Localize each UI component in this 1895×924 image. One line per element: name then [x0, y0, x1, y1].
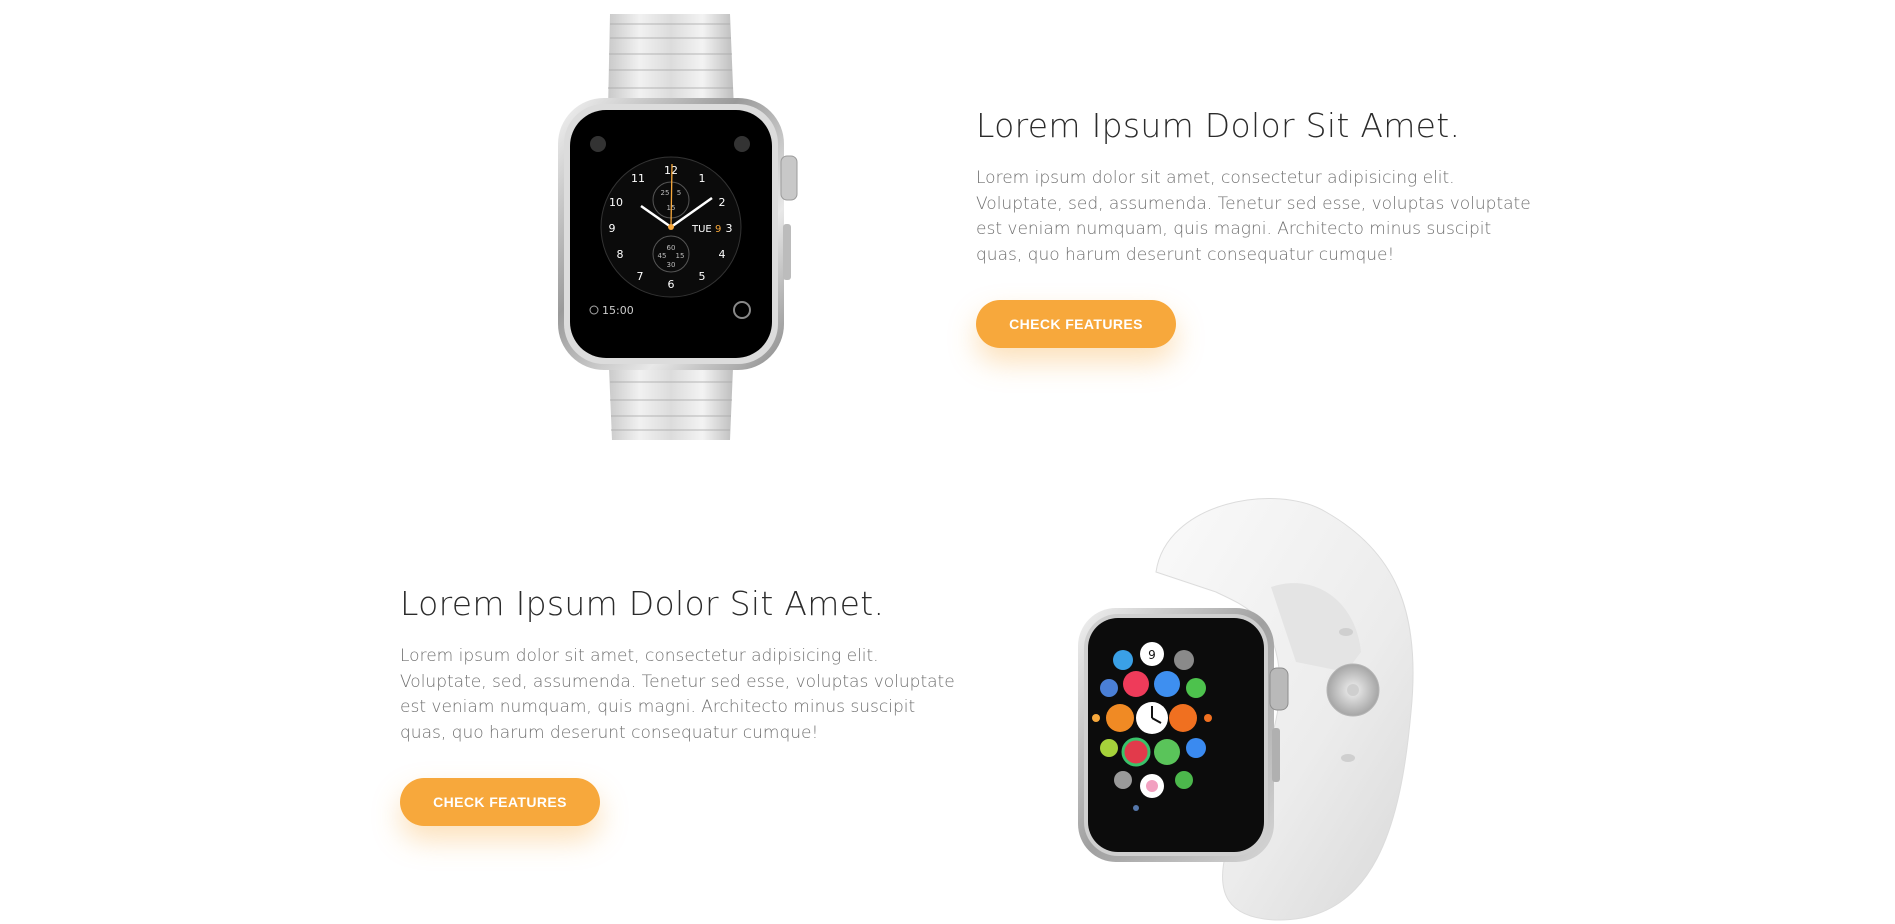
check-features-button-1[interactable]: CHECK FEATURES: [976, 300, 1176, 348]
feature-section-1: 12 1 2 3 4 5 6 7 8 9 10 11 25 5 15 60 45…: [0, 0, 1895, 460]
svg-text:12: 12: [664, 164, 678, 177]
calendar-app-number: 9: [1148, 648, 1156, 662]
svg-text:1: 1: [699, 172, 706, 185]
svg-text:45: 45: [658, 252, 667, 260]
feature-description-2: Lorem ipsum dolor sit amet, consectetur …: [400, 646, 955, 743]
watch-date-label: TUE: [691, 224, 712, 235]
svg-text:30: 30: [667, 261, 676, 269]
svg-text:11: 11: [631, 172, 645, 185]
svg-text:5: 5: [677, 189, 681, 197]
svg-text:3: 3: [726, 222, 733, 235]
white-sport-band-watch-image: 9: [1078, 498, 1414, 921]
svg-text:15: 15: [676, 252, 685, 260]
svg-text:2: 2: [719, 196, 726, 209]
feature-section-2: Lorem Ipsum Dolor Sit Amet. Lorem ipsum …: [0, 460, 1895, 924]
svg-text:25: 25: [661, 189, 670, 197]
svg-text:10: 10: [609, 196, 623, 209]
steel-link-watch-image: 12 1 2 3 4 5 6 7 8 9 10 11 25 5 15 60 45…: [558, 14, 798, 440]
feature-description-1: Lorem ipsum dolor sit amet, consectetur …: [976, 168, 1531, 265]
feature-heading-2: Lorem Ipsum Dolor Sit Amet.: [400, 584, 885, 623]
check-features-button-2[interactable]: CHECK FEATURES: [400, 778, 600, 826]
svg-text:6: 6: [668, 278, 675, 291]
svg-text:9: 9: [609, 222, 616, 235]
svg-text:8: 8: [617, 248, 624, 261]
svg-text:60: 60: [667, 244, 676, 252]
svg-text:7: 7: [637, 270, 644, 283]
watch-date-number: 9: [715, 224, 721, 235]
feature-heading-1: Lorem Ipsum Dolor Sit Amet.: [976, 106, 1461, 145]
watch-time-label: 15:00: [602, 304, 634, 317]
svg-text:4: 4: [719, 248, 726, 261]
svg-text:5: 5: [699, 270, 706, 283]
